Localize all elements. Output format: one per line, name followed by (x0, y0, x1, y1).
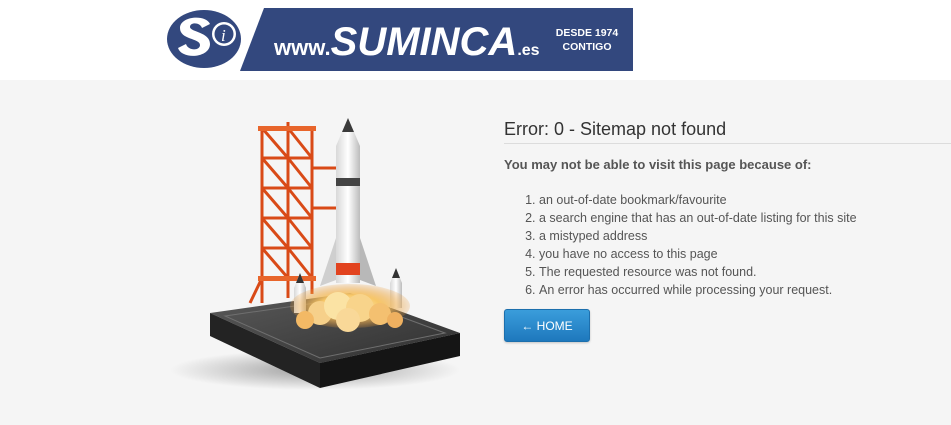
logo-prefix: www. (273, 35, 331, 60)
list-item: an out-of-date bookmark/favourite (539, 191, 857, 209)
list-item: you have no access to this page (539, 245, 857, 263)
reason-list: an out-of-date bookmark/favourite a sear… (504, 191, 857, 299)
header: i www.SUMINCA.es DESDE 1974 CONTIGO (0, 0, 951, 80)
home-button[interactable]: ← HOME (504, 309, 590, 342)
rocket-launch-pad-icon (170, 118, 460, 390)
logo-tagline-line2: CONTIGO (563, 41, 612, 53)
logo-tagline-line1: DESDE 1974 (556, 27, 619, 39)
svg-text:i: i (221, 26, 226, 45)
logo-brand: SUMINCA (331, 20, 518, 64)
list-item: a search engine that has an out-of-date … (539, 209, 857, 227)
list-item: a mistyped address (539, 227, 857, 245)
list-item: An error has occurred while processing y… (539, 281, 857, 299)
list-item: The requested resource was not found. (539, 263, 857, 281)
suminca-logo[interactable]: i www.SUMINCA.es DESDE 1974 CONTIGO (166, 8, 633, 71)
logo-badge-icon: i (167, 10, 241, 68)
reason-intro: You may not be able to visit this page b… (504, 157, 812, 172)
page-title: Error: 0 - Sitemap not found (504, 118, 951, 144)
logo-suffix: .es (517, 42, 539, 59)
